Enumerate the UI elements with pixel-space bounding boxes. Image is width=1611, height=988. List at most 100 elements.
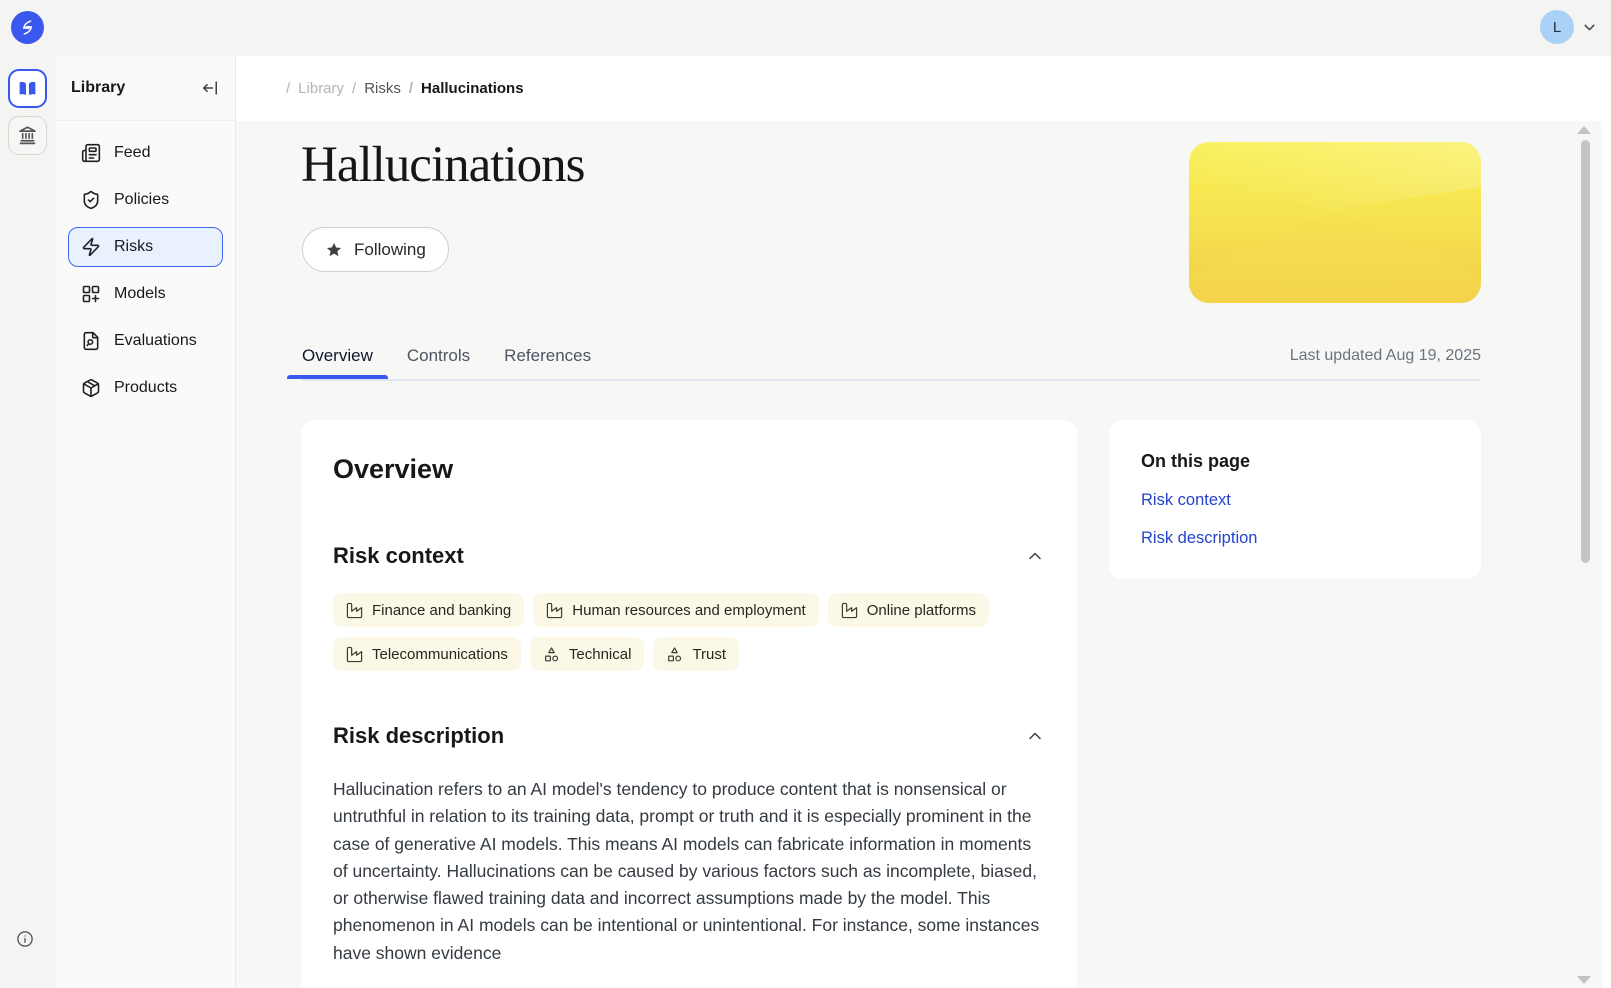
tag-icon — [543, 646, 560, 663]
chevron-down-icon — [1581, 19, 1598, 36]
on-this-page-card: On this page Risk context Risk descripti… — [1109, 420, 1481, 579]
nav-item-label: Policies — [114, 191, 169, 209]
breadcrumb-item[interactable]: / Risks — [344, 80, 401, 97]
book-open-icon — [17, 78, 38, 99]
toc-link-label: Risk description — [1141, 529, 1257, 547]
context-tag[interactable]: Technical — [530, 637, 645, 671]
sidebar-nav-item[interactable]: Feed — [68, 133, 223, 173]
app-window: L Library Feed — [0, 0, 1611, 988]
nav-item-label: Risks — [114, 238, 153, 256]
nav-item-label: Feed — [114, 144, 150, 162]
context-tag[interactable]: Human resources and employment — [533, 593, 818, 627]
tab-bar: Overview Controls References Last update… — [301, 333, 1481, 379]
page-title: Hallucinations — [301, 136, 584, 194]
chevron-up-icon — [1025, 546, 1045, 566]
account-menu[interactable]: L — [1540, 10, 1598, 44]
sidebar-nav-item[interactable]: Models — [68, 274, 223, 314]
breadcrumb-label: Library — [298, 80, 344, 97]
breadcrumb-label: Risks — [364, 80, 401, 97]
context-tag[interactable]: Online platforms — [828, 593, 989, 627]
nav-item-label: Products — [114, 379, 177, 397]
tab[interactable]: Controls — [406, 333, 471, 379]
tag-icon — [546, 602, 563, 619]
toc-title: On this page — [1141, 451, 1449, 472]
tab[interactable]: Overview — [301, 333, 374, 379]
info-button[interactable] — [16, 930, 34, 948]
page-hero: Hallucinations Following — [301, 121, 1481, 333]
tag-icon — [346, 602, 363, 619]
sidebar-nav: Feed Policies Risks Models Evaluations P… — [56, 121, 235, 408]
tag-label: Finance and banking — [372, 602, 511, 619]
context-tag[interactable]: Trust — [653, 637, 739, 671]
tab-label: References — [504, 346, 591, 366]
tab-divider — [301, 379, 1481, 381]
logo-squiggle-icon — [17, 17, 38, 38]
chevron-up-icon — [1025, 726, 1045, 746]
nav-item-icon — [81, 284, 101, 304]
nav-item-icon — [81, 190, 101, 210]
nav-item-label: Evaluations — [114, 332, 197, 350]
collapse-section-button[interactable] — [1025, 726, 1045, 746]
landmark-icon — [17, 125, 38, 146]
app-rail — [0, 56, 56, 988]
risk-description-body: Hallucination refers to an AI model's te… — [333, 776, 1045, 967]
sidebar-nav-item[interactable]: Policies — [68, 180, 223, 220]
sidebar-nav-item[interactable]: Products — [68, 368, 223, 408]
collapse-section-button[interactable] — [1025, 546, 1045, 566]
breadcrumb-separator: / — [352, 80, 356, 97]
nav-item-label: Models — [114, 285, 166, 303]
library-sidebar: Library Feed Policies Risks Models — [56, 56, 236, 988]
rail-organization-button[interactable] — [8, 116, 47, 155]
breadcrumb: / Library / Risks / Hallucinations — [236, 56, 1602, 121]
breadcrumb-separator: / — [286, 80, 290, 97]
breadcrumb-label: Hallucinations — [421, 80, 524, 97]
toc-link-label: Risk context — [1141, 491, 1231, 509]
risk-context-title: Risk context — [333, 543, 464, 569]
following-label: Following — [354, 240, 426, 260]
tag-label: Online platforms — [867, 602, 976, 619]
nav-item-icon — [81, 331, 101, 351]
window-edge — [1602, 56, 1611, 988]
collapse-sidebar-button[interactable] — [200, 78, 220, 98]
breadcrumb-item: / Hallucinations — [401, 80, 524, 97]
risk-description-header: Risk description — [333, 723, 1045, 749]
risk-context-tags: Finance and banking Human resources and … — [333, 593, 1045, 671]
toc-link[interactable]: Risk context — [1141, 491, 1449, 510]
breadcrumb-item[interactable]: / Library — [278, 80, 344, 97]
collapse-left-icon — [200, 78, 220, 98]
risk-cover-image — [1189, 142, 1481, 303]
sidebar-title: Library — [71, 79, 125, 97]
context-tag[interactable]: Finance and banking — [333, 593, 524, 627]
nav-item-icon — [81, 143, 101, 163]
main-panel: / Library / Risks / Hallucinations Hallu… — [236, 56, 1602, 988]
scrollbar-thumb[interactable] — [1581, 140, 1590, 563]
tag-label: Technical — [569, 646, 632, 663]
toc-link[interactable]: Risk description — [1141, 529, 1449, 548]
risk-description-title: Risk description — [333, 723, 504, 749]
sidebar-nav-item[interactable]: Risks — [68, 227, 223, 267]
scrollbar-up-arrow[interactable] — [1577, 126, 1591, 134]
info-icon — [16, 930, 34, 948]
tag-label: Human resources and employment — [572, 602, 805, 619]
rail-library-button[interactable] — [8, 69, 47, 108]
star-icon — [325, 241, 343, 259]
sidebar-nav-item[interactable]: Evaluations — [68, 321, 223, 361]
toc-links: Risk context Risk description — [1141, 491, 1449, 548]
tab-label: Overview — [302, 346, 373, 366]
breadcrumb-separator: / — [409, 80, 413, 97]
tab-label: Controls — [407, 346, 470, 366]
context-tag[interactable]: Telecommunications — [333, 637, 521, 671]
tag-label: Trust — [692, 646, 726, 663]
nav-item-icon — [81, 378, 101, 398]
tab[interactable]: References — [503, 333, 592, 379]
tabs: Overview Controls References — [301, 333, 592, 379]
brand-logo-button[interactable] — [11, 11, 44, 44]
tag-icon — [346, 646, 363, 663]
tag-icon — [841, 602, 858, 619]
tag-icon — [666, 646, 683, 663]
page-scroll-area: Hallucinations Following Overview Contro… — [236, 121, 1602, 988]
sidebar-header: Library — [56, 56, 235, 121]
avatar[interactable]: L — [1540, 10, 1574, 44]
following-button[interactable]: Following — [302, 227, 449, 272]
scrollbar-down-arrow[interactable] — [1577, 976, 1591, 984]
